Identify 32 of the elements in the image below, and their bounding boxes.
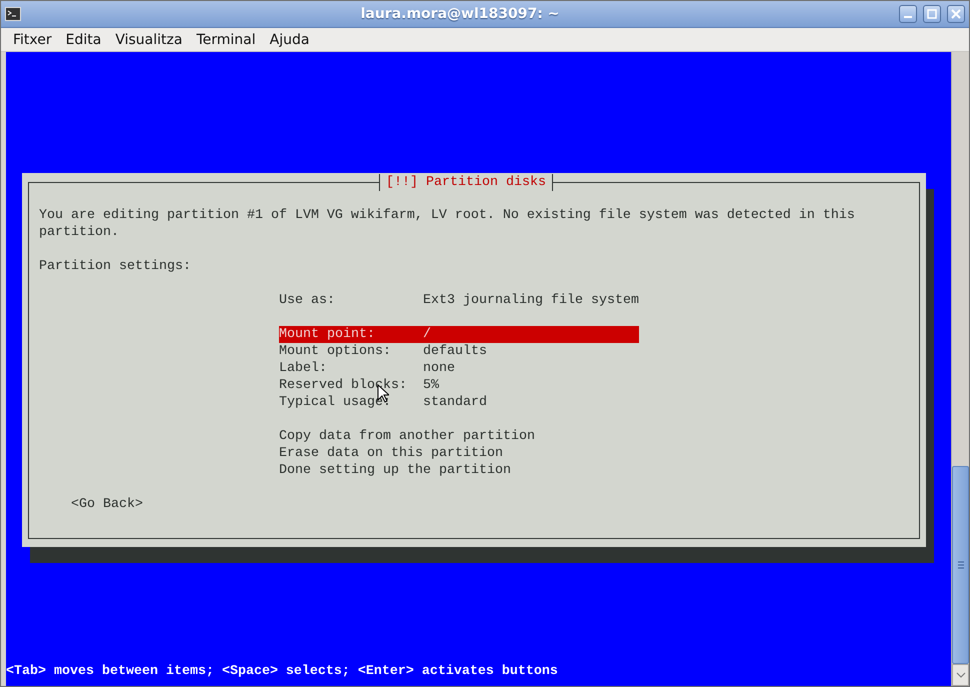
use-as-row[interactable]: Use as: Ext3 journaling file system — [279, 292, 639, 309]
menu-item[interactable]: Terminal — [190, 32, 262, 48]
setting-row[interactable]: Reserved blocks: 5% — [279, 377, 639, 394]
chevron-down-icon — [956, 672, 966, 678]
minimize-button[interactable] — [899, 5, 917, 23]
section-label: Partition settings: — [39, 258, 192, 275]
status-line: <Tab> moves between items; <Space> selects; <Enter> activates buttons — [6, 663, 559, 681]
scroll-down-button[interactable] — [952, 664, 969, 686]
menu-item[interactable]: Edita — [60, 32, 108, 48]
close-icon — [951, 9, 961, 19]
dialog-message: You are editing partition #1 of LVM VG wikifarm, LV root. No existing file system was detected in this partition. — [39, 207, 856, 241]
dialog-title: [!!] Partition disks — [379, 174, 553, 191]
minimize-icon — [904, 16, 912, 18]
scrollbar[interactable] — [951, 52, 969, 686]
setting-row[interactable]: Mount point: / — [279, 326, 639, 343]
setting-row[interactable]: Label: none — [279, 360, 639, 377]
maximize-button[interactable] — [923, 5, 941, 23]
setting-row[interactable]: Mount options: defaults — [279, 343, 639, 360]
terminal-icon — [5, 6, 21, 22]
menu-item[interactable]: Ajuda — [264, 32, 316, 48]
scrollbar-thumb[interactable] — [952, 466, 969, 664]
action-item[interactable]: Done setting up the partition — [279, 462, 639, 479]
menu-item[interactable]: Fitxer — [7, 32, 58, 48]
action-item[interactable]: Erase data on this partition — [279, 445, 639, 462]
go-back-button[interactable]: <Go Back> — [71, 496, 143, 513]
action-item[interactable]: Copy data from another partition — [279, 428, 639, 445]
close-button[interactable] — [947, 5, 965, 23]
menu-item[interactable]: Visualitza — [109, 32, 188, 48]
grip-icon — [958, 561, 964, 569]
window-title: laura.mora@wl183097: ~ — [360, 6, 560, 22]
setting-row[interactable]: Typical usage: standard — [279, 394, 639, 411]
maximize-icon — [927, 9, 937, 19]
